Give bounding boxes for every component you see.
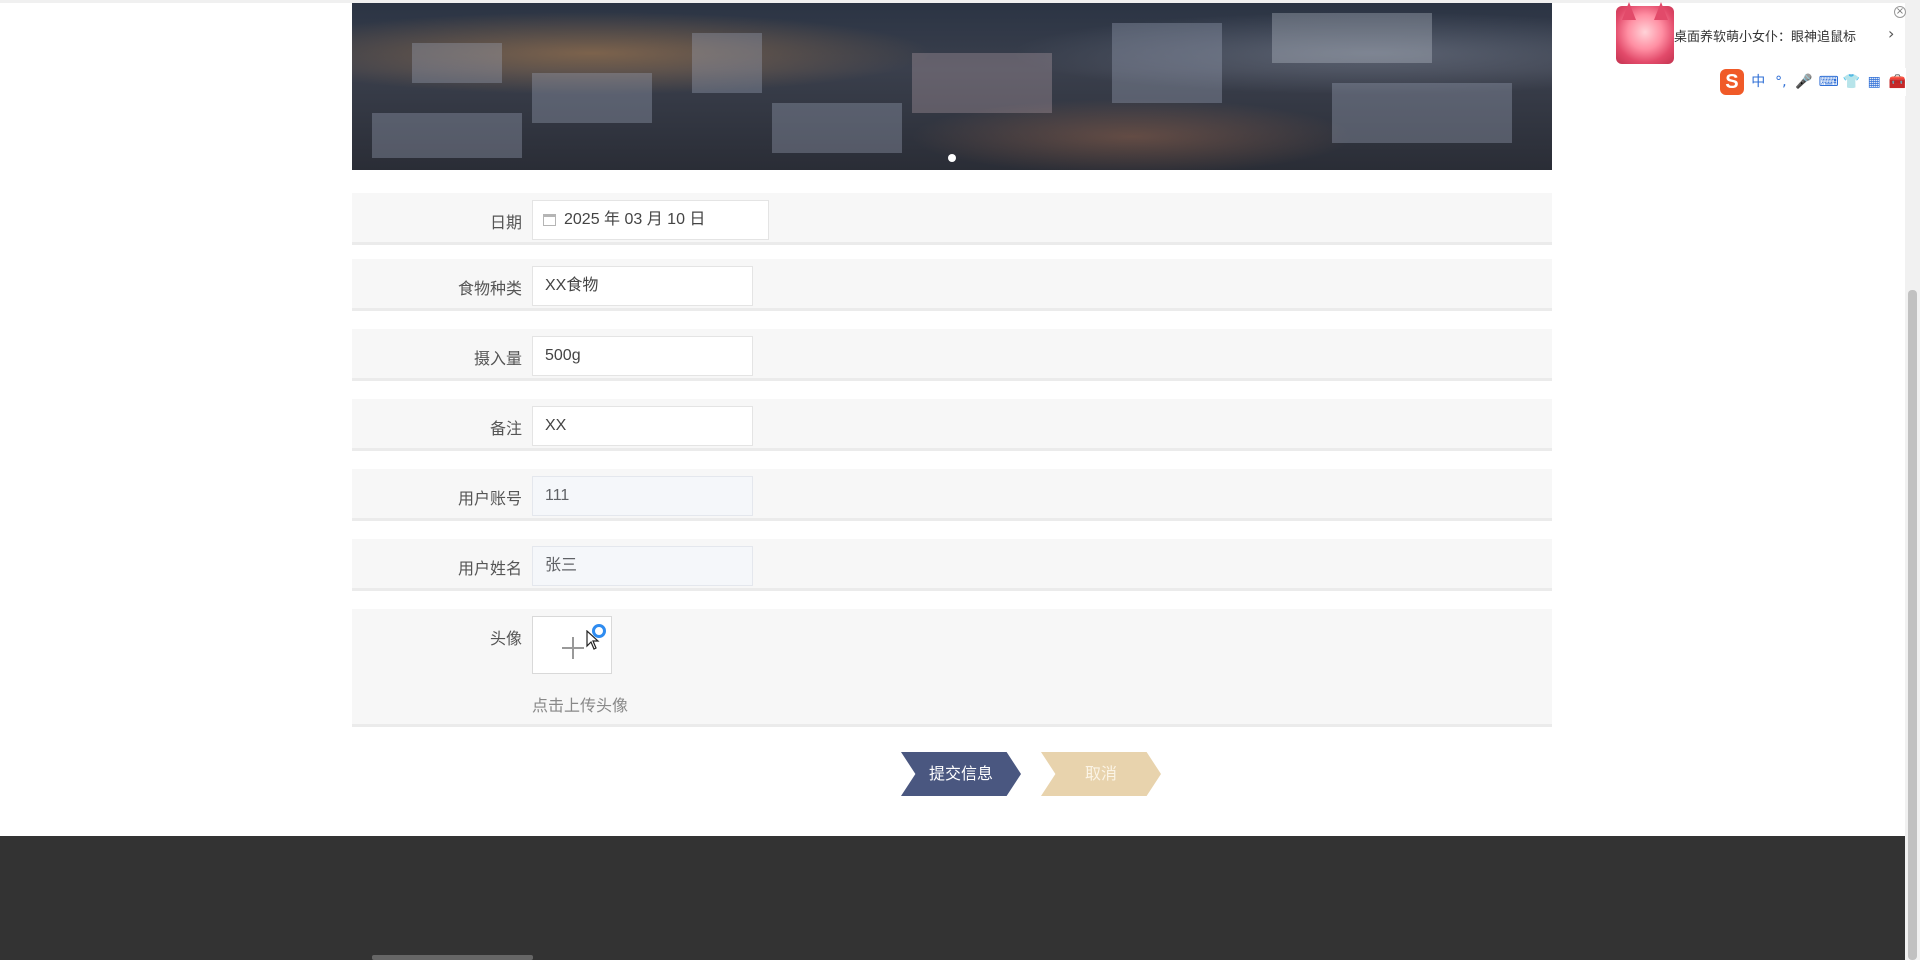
page: 日期 2025 年 03 月 10 日 食物种类 XX食物 摄入量 500g 备… [0,0,1920,960]
form-actions: 提交信息 取消 [0,752,1920,796]
desktop-pet-widget: 桌面养软萌小女仆：眼神追鼠标 › × S 中 °, 🎤 ⌨ 👕 ▦ 🧰 [1616,6,1906,100]
carousel-dot[interactable] [948,154,956,162]
upload-tip: 点击上传头像 [532,696,629,715]
sogou-logo-icon[interactable]: S [1720,69,1744,95]
form-row-user-name: 用户姓名 张三 [352,539,1552,591]
date-value: 2025 年 03 月 10 日 [564,211,706,228]
plus-icon [562,637,584,659]
date-label: 日期 [489,213,522,232]
form-row-food-type: 食物种类 XX食物 [352,259,1552,311]
form-row-avatar: 头像 点击上传头像 [352,609,1552,727]
widget-text: 桌面养软萌小女仆：眼神追鼠标 [1674,30,1857,45]
vertical-scrollbar-thumb[interactable] [1908,290,1917,960]
date-picker[interactable]: 2025 年 03 月 10 日 [532,200,769,240]
mouse-cursor-icon [586,630,600,650]
calendar-icon [543,214,556,226]
toolbox-icon[interactable]: 🧰 [1889,73,1906,91]
chinese-mode-icon[interactable]: 中 [1750,73,1767,91]
form-row-user-account: 用户账号 111 [352,469,1552,521]
intake-label: 摄入量 [473,349,522,368]
keyboard-icon[interactable]: ⌨ [1819,73,1839,91]
ime-toolbar: S 中 °, 🎤 ⌨ 👕 ▦ 🧰 [1716,68,1906,96]
form-row-intake: 摄入量 500g [352,329,1552,381]
food-type-label: 食物种类 [457,279,522,298]
banner-image [352,3,1552,170]
avatar-label: 头像 [489,629,522,648]
horizontal-scrollbar[interactable] [0,952,1905,960]
chevron-right-icon[interactable]: › [1888,24,1894,43]
footer [0,836,1905,960]
form-row-date: 日期 2025 年 03 月 10 日 [352,193,1552,245]
anime-girl-avatar[interactable] [1616,6,1674,64]
form-row-remark: 备注 XX [352,399,1552,451]
grid-apps-icon[interactable]: ▦ [1866,73,1883,91]
user-name-label: 用户姓名 [457,559,522,578]
intake-input[interactable]: 500g [532,336,753,376]
skin-shirt-icon[interactable]: 👕 [1843,73,1860,91]
submit-button[interactable]: 提交信息 [901,752,1021,796]
user-account-label: 用户账号 [457,489,522,508]
microphone-icon[interactable]: 🎤 [1795,73,1812,91]
food-record-form: 日期 2025 年 03 月 10 日 食物种类 XX食物 摄入量 500g 备… [352,193,1552,727]
user-account-input[interactable]: 111 [532,476,753,516]
punctuation-icon[interactable]: °, [1773,73,1790,91]
remark-label: 备注 [489,419,522,438]
avatar-upload[interactable] [532,616,612,674]
remark-input[interactable]: XX [532,406,753,446]
banner-carousel[interactable] [352,3,1552,170]
food-type-input[interactable]: XX食物 [532,266,753,306]
vertical-scrollbar[interactable] [1905,0,1920,960]
carousel-indicators [352,154,1552,162]
user-name-input[interactable]: 张三 [532,546,753,586]
horizontal-scrollbar-thumb[interactable] [372,955,533,960]
close-icon[interactable]: × [1894,6,1906,18]
cancel-button[interactable]: 取消 [1041,752,1161,796]
